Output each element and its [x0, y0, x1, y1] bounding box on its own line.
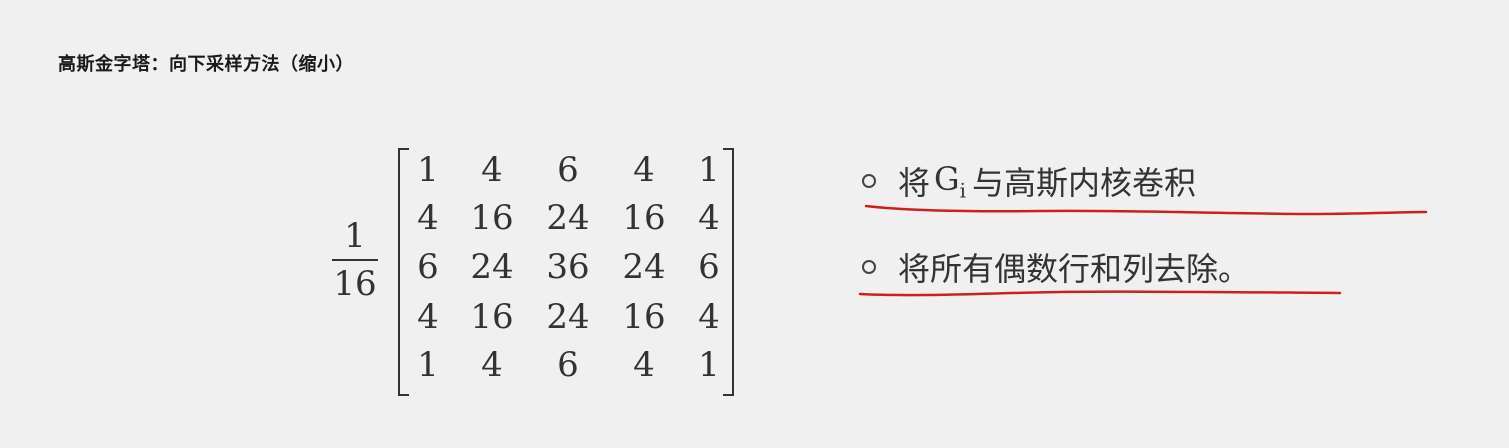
red-underline-2	[858, 290, 1342, 297]
handwritten-annotations	[858, 204, 1428, 297]
red-underline-1	[864, 204, 1428, 216]
